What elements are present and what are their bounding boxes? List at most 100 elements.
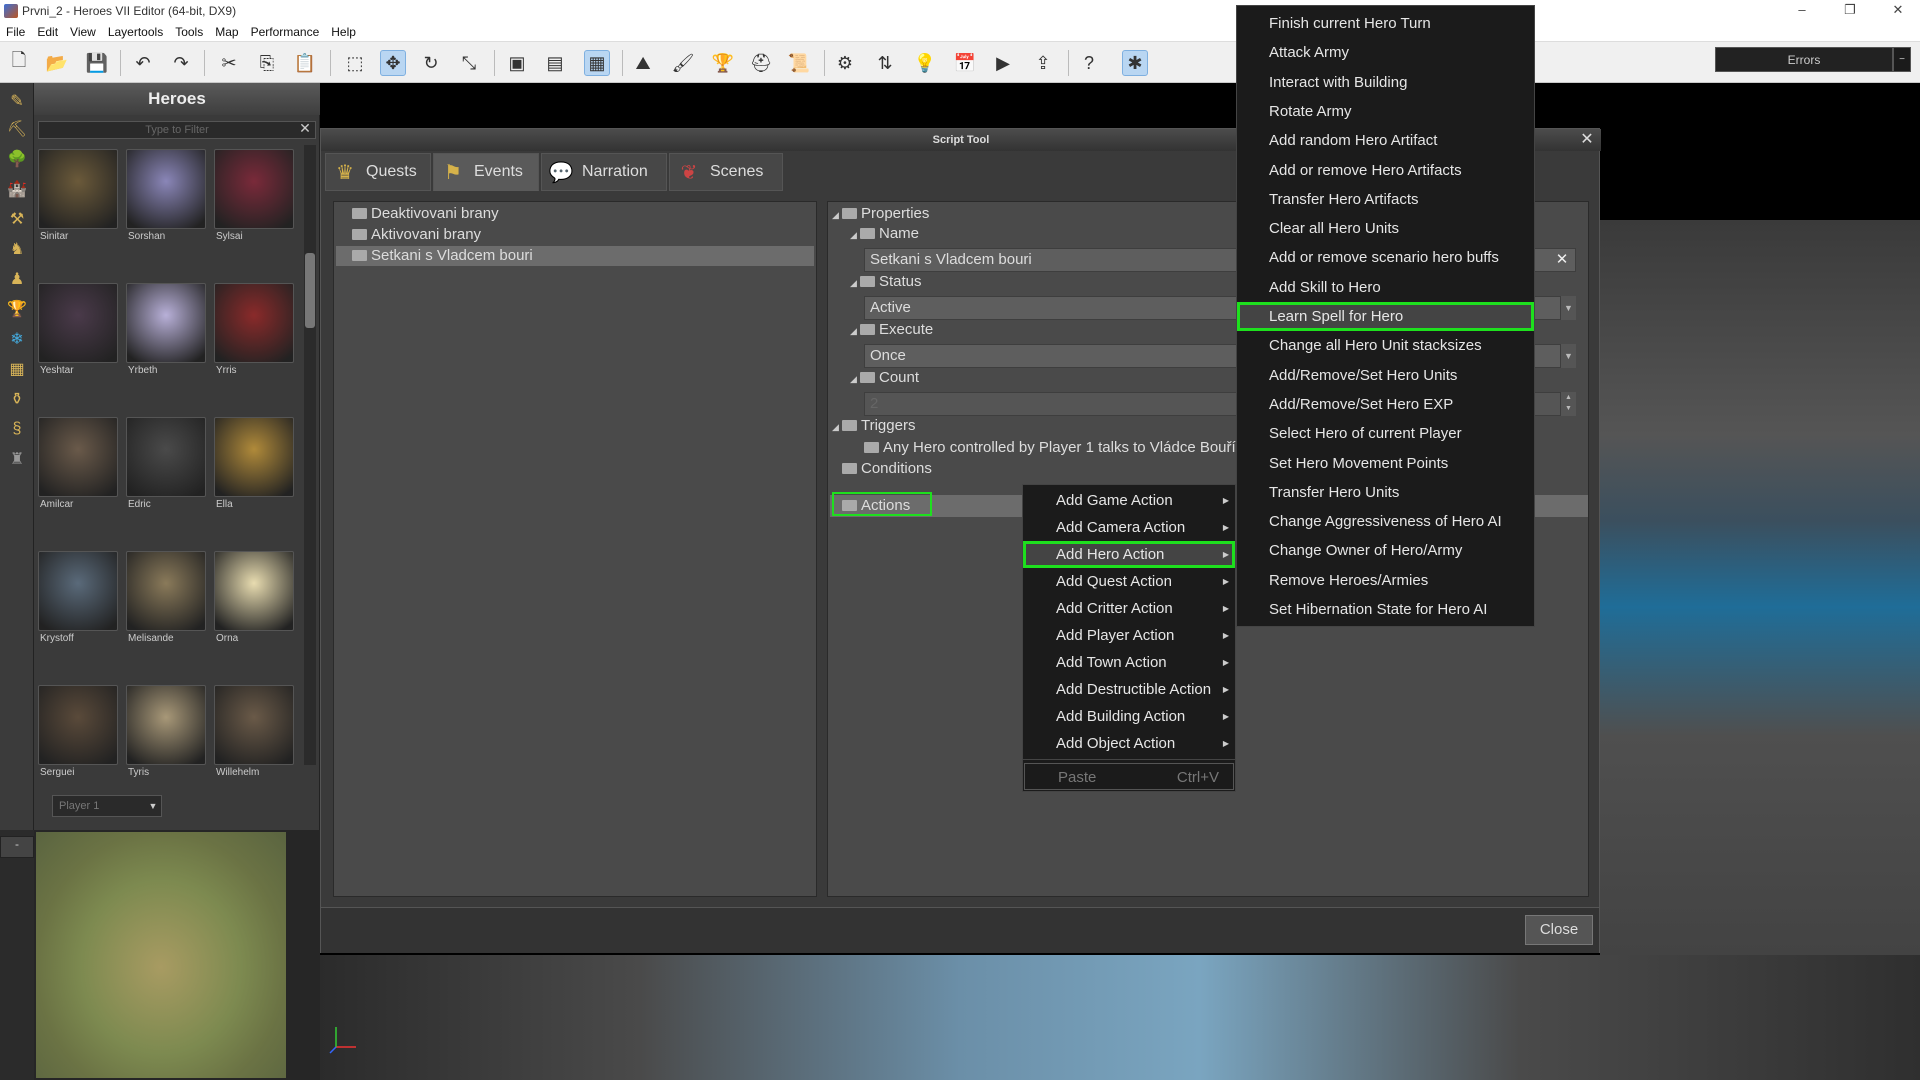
hero-icon[interactable]: ♞ bbox=[4, 237, 30, 261]
pickaxe-icon[interactable]: ⛏ bbox=[4, 117, 30, 141]
submenu-item[interactable]: Change all Hero Unit stacksizes bbox=[1237, 331, 1534, 360]
hero-portrait[interactable] bbox=[38, 551, 118, 631]
expand-triangle-icon[interactable]: ◢ bbox=[850, 273, 860, 293]
chest-icon[interactable]: ▦ bbox=[4, 357, 30, 381]
camera-view-icon[interactable]: ▣ bbox=[504, 50, 530, 76]
open-folder-icon[interactable]: 📂 bbox=[44, 50, 70, 76]
submenu-item[interactable]: Change Owner of Hero/Army bbox=[1237, 536, 1534, 565]
trophy-tool-icon[interactable]: 🏆 bbox=[710, 50, 736, 76]
submenu-item[interactable]: Add Skill to Hero bbox=[1237, 273, 1534, 302]
play-icon[interactable]: ▶ bbox=[990, 50, 1016, 76]
submenu-item[interactable]: Change Aggressiveness of Hero AI bbox=[1237, 507, 1534, 536]
heroes-scrollbar[interactable] bbox=[304, 145, 316, 765]
tree-node-count[interactable]: ◢ Count bbox=[850, 368, 919, 388]
2d-view-icon[interactable]: ▤ bbox=[542, 50, 568, 76]
submenu-item[interactable]: Set Hero Movement Points bbox=[1237, 449, 1534, 478]
errors-dropdown-icon[interactable]: − bbox=[1893, 47, 1911, 72]
close-icon[interactable]: ✕ bbox=[1577, 130, 1597, 150]
errors-button[interactable]: Errors bbox=[1715, 47, 1893, 72]
cut-icon[interactable]: ✂ bbox=[216, 50, 242, 76]
hero-portrait[interactable] bbox=[214, 551, 294, 631]
hero-portrait[interactable] bbox=[38, 417, 118, 497]
hero-portrait[interactable] bbox=[126, 551, 206, 631]
hero-card[interactable]: Orna bbox=[214, 551, 296, 651]
tree-node-status[interactable]: ◢ Status bbox=[850, 272, 922, 292]
list-item[interactable]: Aktivovani brany bbox=[336, 225, 814, 245]
copy-icon[interactable]: ⎘ bbox=[254, 50, 280, 76]
hero-portrait[interactable] bbox=[214, 685, 294, 765]
close-window-button[interactable]: ✕ bbox=[1878, 2, 1918, 20]
calendar-icon[interactable]: 📅 bbox=[952, 50, 978, 76]
chevron-down-icon[interactable]: ▼ bbox=[1560, 296, 1576, 320]
close-button[interactable]: Close bbox=[1525, 915, 1593, 945]
hero-portrait[interactable] bbox=[214, 149, 294, 229]
menu-tools[interactable]: Tools bbox=[169, 22, 209, 39]
tree-node-properties[interactable]: ◢ Properties bbox=[832, 204, 929, 224]
submenu-item[interactable]: Transfer Hero Units bbox=[1237, 478, 1534, 507]
expand-triangle-icon[interactable]: ◢ bbox=[850, 369, 860, 389]
hero-card[interactable]: Melisande bbox=[126, 551, 208, 651]
gears-icon[interactable]: ⚙ bbox=[832, 50, 858, 76]
submenu-item[interactable]: Add random Hero Artifact bbox=[1237, 126, 1534, 155]
helmet-tool-icon[interactable]: ⛑ bbox=[748, 50, 774, 76]
list-item[interactable]: Deaktivovani brany bbox=[336, 204, 814, 224]
tab-scenes[interactable]: ❦ Scenes bbox=[669, 153, 783, 191]
submenu-item[interactable]: Attack Army bbox=[1237, 38, 1534, 67]
hero-card[interactable]: Krystoff bbox=[38, 551, 120, 651]
spinner-icon[interactable]: ▲ ▼ bbox=[1560, 392, 1576, 416]
menu-item-add-quest-action[interactable]: Add Quest Action ▶ bbox=[1023, 568, 1235, 595]
collapse-button[interactable]: - bbox=[0, 836, 34, 858]
hero-portrait[interactable] bbox=[38, 149, 118, 229]
menu-map[interactable]: Map bbox=[209, 22, 244, 39]
chevron-down-icon[interactable]: ▼ bbox=[146, 796, 160, 816]
hero-card[interactable]: Tyris bbox=[126, 685, 208, 785]
hero-portrait[interactable] bbox=[126, 283, 206, 363]
menu-view[interactable]: View bbox=[64, 22, 102, 39]
hero-card[interactable]: Ella bbox=[214, 417, 296, 517]
tree-node-name[interactable]: ◢ Name bbox=[850, 224, 919, 244]
terrain-tool-icon[interactable]: ⛰ bbox=[630, 50, 656, 76]
menu-performance[interactable]: Performance bbox=[245, 22, 326, 39]
menu-item-add-critter-action[interactable]: Add Critter Action ▶ bbox=[1023, 595, 1235, 622]
lamp-icon[interactable]: ⚱ bbox=[4, 387, 30, 411]
crystal-icon[interactable]: ❄ bbox=[4, 327, 30, 351]
lightbulb-icon[interactable]: 💡 bbox=[912, 50, 938, 76]
rotate-tool-icon[interactable]: ↻ bbox=[418, 50, 444, 76]
expand-triangle-icon[interactable]: ◢ bbox=[832, 205, 842, 225]
menu-file[interactable]: File bbox=[0, 22, 31, 39]
hero-card[interactable]: Edric bbox=[126, 417, 208, 517]
hero-portrait[interactable] bbox=[126, 685, 206, 765]
submenu-item[interactable]: Interact with Building bbox=[1237, 68, 1534, 97]
clear-name-icon[interactable]: ✕ bbox=[1552, 250, 1572, 270]
select-tool-icon[interactable]: ⬚ bbox=[342, 50, 368, 76]
maximize-button[interactable]: ❐ bbox=[1830, 2, 1870, 20]
menu-item-add-object-action[interactable]: Add Object Action ▶ bbox=[1023, 730, 1235, 757]
submenu-item[interactable]: Add or remove Hero Artifacts bbox=[1237, 156, 1534, 185]
help-icon[interactable]: ? bbox=[1076, 50, 1102, 76]
hero-card[interactable]: Yrbeth bbox=[126, 283, 208, 383]
move-tool-icon[interactable]: ✥ bbox=[380, 50, 406, 76]
submenu-item[interactable]: Finish current Hero Turn bbox=[1237, 9, 1534, 38]
hero-card[interactable]: Willehelm bbox=[214, 685, 296, 785]
submenu-item[interactable]: Learn Spell for Hero bbox=[1237, 302, 1534, 331]
submenu-item[interactable]: Rotate Army bbox=[1237, 97, 1534, 126]
expand-triangle-icon[interactable]: ◢ bbox=[850, 225, 860, 245]
misc-icon[interactable]: ♜ bbox=[4, 447, 30, 471]
arrows-icon[interactable]: ⇅ bbox=[872, 50, 898, 76]
menu-edit[interactable]: Edit bbox=[31, 22, 64, 39]
chevron-down-icon[interactable]: ▼ bbox=[1560, 344, 1576, 368]
debug-icon[interactable]: ✱ bbox=[1122, 50, 1148, 76]
submenu-item[interactable]: Clear all Hero Units bbox=[1237, 214, 1534, 243]
quill-icon[interactable]: ✎ bbox=[4, 89, 30, 113]
hero-portrait[interactable] bbox=[38, 685, 118, 765]
expand-triangle-icon[interactable]: ◢ bbox=[850, 321, 860, 341]
submenu-item[interactable]: Add/Remove/Set Hero EXP bbox=[1237, 390, 1534, 419]
new-file-icon[interactable]: 🗋 bbox=[6, 50, 32, 76]
tree-icon[interactable]: 🌳 bbox=[4, 147, 30, 171]
menu-layertools[interactable]: Layertools bbox=[102, 22, 169, 39]
menu-help[interactable]: Help bbox=[325, 22, 362, 39]
tab-quests[interactable]: ♛ Quests bbox=[325, 153, 431, 191]
export-icon[interactable]: ⇪ bbox=[1030, 50, 1056, 76]
tree-node-conditions[interactable]: Conditions bbox=[842, 459, 932, 479]
scroll-tool-icon[interactable]: 📜 bbox=[786, 50, 812, 76]
